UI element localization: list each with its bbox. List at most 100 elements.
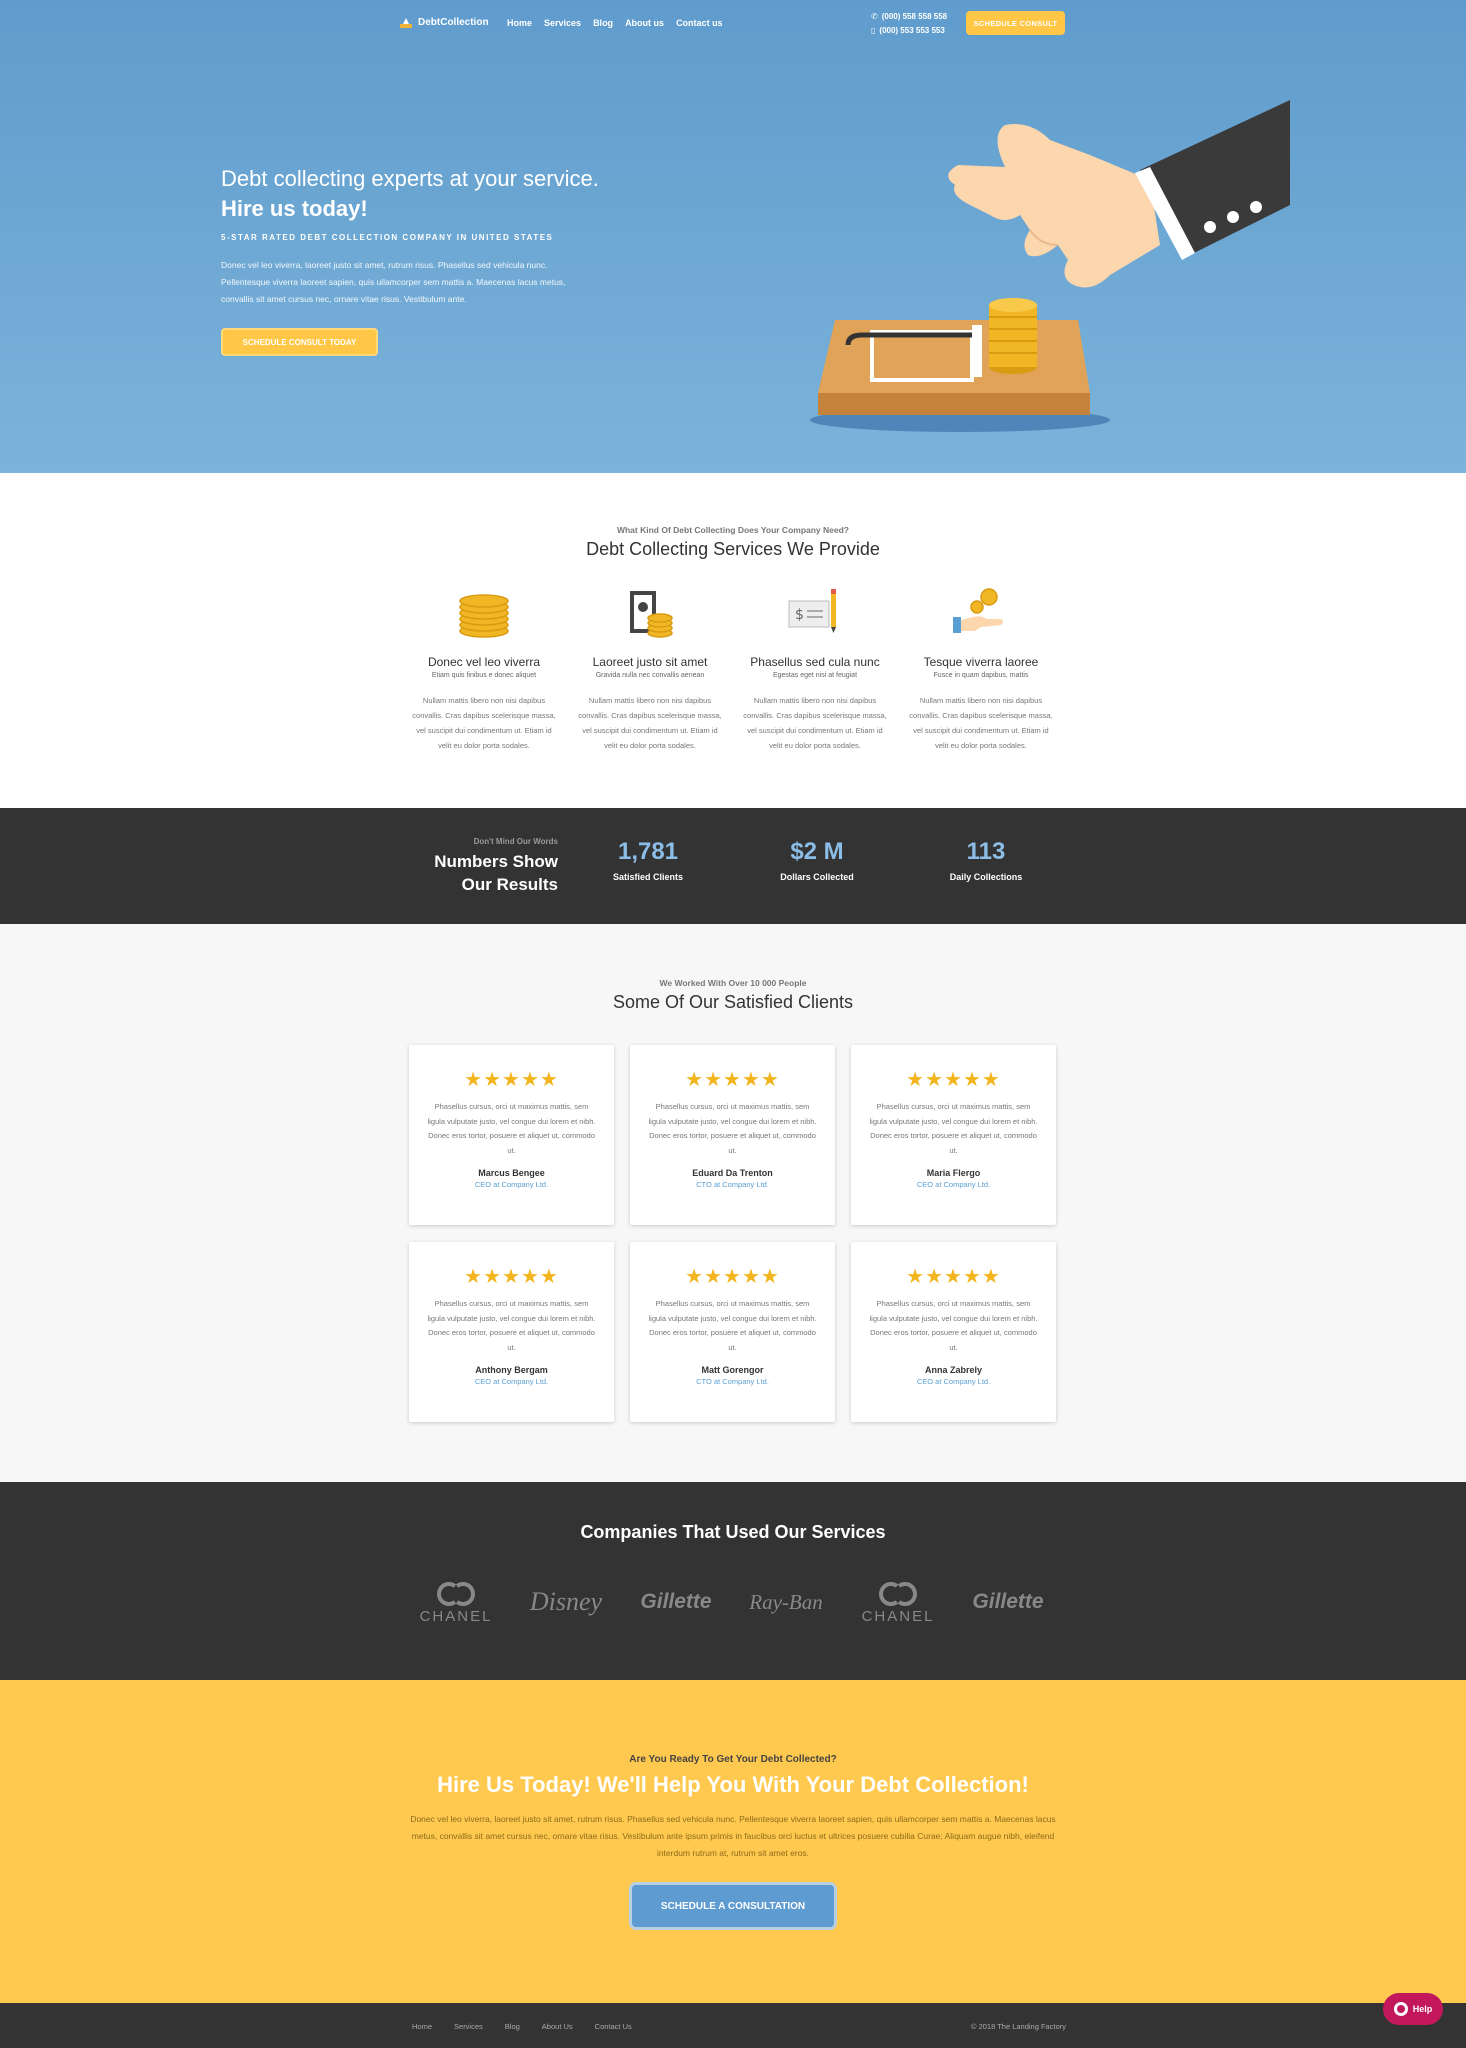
logo[interactable]: DebtCollection [400, 17, 489, 28]
testimonial-card: ★★★★★ Phasellus cursus, orci ut maximus … [851, 1242, 1056, 1422]
cta-section: Are You Ready To Get Your Debt Collected… [0, 1680, 1466, 2003]
testimonial-name: Marcus Bengee [478, 1168, 545, 1178]
cash-and-coins-icon [620, 585, 680, 641]
companies-section: Companies That Used Our Services CHANEL … [0, 1482, 1466, 1680]
testimonial-text: Phasellus cursus, orci ut maximus mattis… [427, 1299, 596, 1352]
footer: Home Services Blog About Us Contact Us ©… [0, 2003, 1466, 2048]
stat-item: 1,781 Satisfied Clients [588, 838, 708, 882]
rating-stars-icon: ★★★★★ [906, 1266, 1001, 1288]
testimonial-role[interactable]: CEO at Company Ltd. [409, 1377, 614, 1386]
rating-stars-icon: ★★★★★ [685, 1266, 780, 1288]
phone-line-1[interactable]: ✆ (000) 558 558 558 [871, 10, 947, 24]
nav-links: Home Services Blog About us Contact us [507, 18, 723, 28]
service-description: Nullam mattis libero non nisi dapibus co… [578, 696, 722, 750]
hand-with-coins-icon [951, 585, 1011, 641]
brand-name: CHANEL [419, 1607, 493, 1625]
hero-description: Donec vel leo viverra, laoreet justo sit… [221, 260, 566, 304]
phone-line-2[interactable]: ▯ (000) 553 553 553 [871, 24, 947, 38]
phone-numbers: ✆ (000) 558 558 558 ▯ (000) 553 553 553 [871, 10, 947, 38]
services-title: Debt Collecting Services We Provide [586, 539, 880, 559]
testimonial-role[interactable]: CEO at Company Ltd. [851, 1377, 1056, 1386]
service-item: Tesque viverra laoree Fusce in quam dapi… [906, 585, 1056, 753]
phone-number-2: (000) 553 553 553 [879, 26, 945, 35]
testimonial-text: Phasellus cursus, orci ut maximus mattis… [427, 1102, 596, 1155]
nav-link-home[interactable]: Home [507, 18, 532, 28]
nav-link-blog[interactable]: Blog [593, 18, 613, 28]
hero-title-bold: Hire us today! [221, 196, 368, 221]
rating-stars-icon: ★★★★★ [906, 1069, 1001, 1091]
hero-title: Debt collecting experts at your service.… [221, 164, 601, 224]
service-description: Nullam mattis libero non nisi dapibus co… [743, 696, 887, 750]
logo-text: DebtCollection [418, 17, 489, 28]
testimonial-text: Phasellus cursus, orci ut maximus mattis… [648, 1102, 817, 1155]
testimonial-role[interactable]: CEO at Company Ltd. [851, 1180, 1056, 1189]
stat-label: Dollars Collected [780, 872, 854, 882]
footer-link-home[interactable]: Home [412, 2022, 432, 2031]
phone-icon: ✆ [871, 12, 878, 21]
stats-title-line-2: Our Results [461, 875, 558, 894]
testimonial-card: ★★★★★ Phasellus cursus, orci ut maximus … [409, 1242, 614, 1422]
lifebuoy-icon [1393, 2002, 1408, 2016]
testimonial-role[interactable]: CTO at Company Ltd. [630, 1180, 835, 1189]
footer-link-contact[interactable]: Contact Us [595, 2022, 632, 2031]
phone-number-1: (000) 558 558 558 [881, 12, 948, 21]
brand-name: Gillette [972, 1590, 1044, 1613]
testimonial-name: Anna Zabrely [924, 1365, 982, 1375]
stat-value: 1,781 [617, 838, 679, 865]
stat-value: 113 [966, 838, 1006, 865]
schedule-consult-today-button[interactable]: Schedule Consult Today [221, 328, 378, 356]
brand-logo-chanel: CHANEL [853, 1572, 943, 1632]
brand-logo-disney: Disney [521, 1572, 611, 1632]
footer-link-services[interactable]: Services [454, 2022, 483, 2031]
top-navigation: DebtCollection Home Services Blog About … [0, 0, 1466, 46]
brand-logo-chanel: CHANEL [411, 1572, 501, 1632]
mobile-icon: ▯ [871, 26, 876, 35]
service-description: Nullam mattis libero non nisi dapibus co… [412, 696, 556, 750]
testimonial-name: Eduard Da Trenton [692, 1168, 773, 1178]
cta-title: Hire Us Today! We'll Help You With Your … [437, 1772, 1029, 1797]
nav-link-services[interactable]: Services [544, 18, 581, 28]
mousetrap-hand-illustration [810, 100, 1290, 432]
service-tagline: Gravida nulla nec convallis aenean [595, 672, 705, 679]
brand-name: Ray-Ban [749, 1589, 823, 1614]
testimonial-text: Phasellus cursus, orci ut maximus mattis… [869, 1102, 1038, 1155]
service-tagline: Egestas eget nisi at feugiat [772, 672, 858, 679]
brand-name: Disney [529, 1587, 603, 1616]
stat-label: Satisfied Clients [612, 872, 684, 882]
rating-stars-icon: ★★★★★ [685, 1069, 780, 1091]
service-item: $ Phasellus sed cula nunc Egestas eget n… [740, 585, 890, 753]
testimonial-role[interactable]: CEO at Company Ltd. [409, 1180, 614, 1189]
stat-value: $2 M [790, 838, 844, 865]
coin-stack [989, 298, 1037, 374]
hero-subtitle: 5-star rated debt collection company in … [221, 233, 554, 242]
testimonial-card: ★★★★★ Phasellus cursus, orci ut maximus … [409, 1045, 614, 1225]
copyright: © 2018 The Landing Factory [970, 2022, 1066, 2031]
testimonials-section: We Worked With Over 10 000 People Some O… [0, 924, 1466, 1482]
rating-stars-icon: ★★★★★ [464, 1266, 559, 1288]
chanel-cc-icon [437, 1581, 475, 1606]
stats-title-line-1: Numbers Show [434, 852, 558, 871]
schedule-consult-button[interactable]: Schedule Consult [966, 11, 1065, 35]
testimonial-name: Maria Flergo [926, 1168, 981, 1178]
hero-section: DebtCollection Home Services Blog About … [0, 0, 1466, 473]
stat-item: $2 M Dollars Collected [757, 838, 877, 882]
cta-description: Donec vel leo viverra, laoreet justo sit… [410, 1814, 1056, 1858]
testimonial-card: ★★★★★ Phasellus cursus, orci ut maximus … [630, 1242, 835, 1422]
testimonial-role[interactable]: CTO at Company Ltd. [630, 1377, 835, 1386]
testimonial-card: ★★★★★ Phasellus cursus, orci ut maximus … [630, 1045, 835, 1225]
help-button[interactable]: Help [1383, 1993, 1443, 2025]
footer-link-about[interactable]: About Us [542, 2022, 573, 2031]
testimonials-eyebrow: We Worked With Over 10 000 People [659, 978, 807, 988]
service-title: Donec vel leo viverra [427, 655, 541, 669]
nav-link-contact[interactable]: Contact us [676, 18, 723, 28]
cta-eyebrow: Are You Ready To Get Your Debt Collected… [629, 1754, 837, 1765]
companies-title: Companies That Used Our Services [580, 1522, 886, 1542]
brand-name: CHANEL [861, 1607, 935, 1625]
nav-link-about[interactable]: About us [625, 18, 664, 28]
service-title: Tesque viverra laoree [923, 655, 1039, 669]
stats-eyebrow: Don't Mind Our Words [473, 837, 558, 846]
schedule-consultation-button[interactable]: Schedule A Consultation [632, 1885, 834, 1927]
footer-link-blog[interactable]: Blog [505, 2022, 520, 2031]
service-title: Phasellus sed cula nunc [750, 655, 880, 669]
chanel-cc-icon [879, 1581, 917, 1606]
